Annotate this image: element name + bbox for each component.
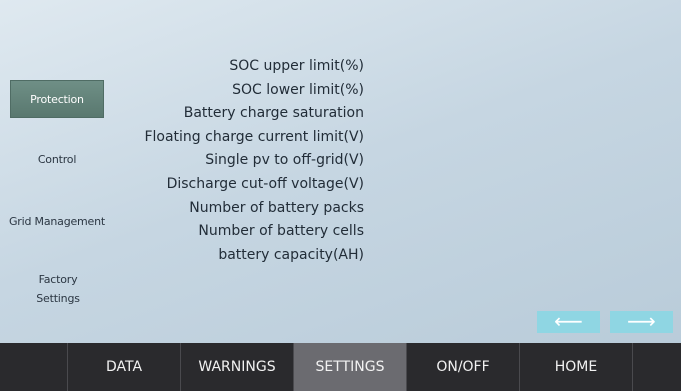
nav-data[interactable]: DATA [68, 343, 181, 391]
param-discharge-cut-off-voltage[interactable]: Discharge cut-off voltage(V) [144, 173, 364, 197]
nav-label: ON/OFF [436, 359, 490, 375]
arrow-left-icon: ⟵ [554, 309, 583, 333]
nav-settings[interactable]: SETTINGS [294, 343, 407, 391]
nav-home[interactable]: HOME [520, 343, 633, 391]
param-soc-upper-limit[interactable]: SOC upper limit(%) [144, 55, 364, 79]
sidebar-item-protection[interactable]: Protection [10, 80, 104, 118]
sidebar-item-label: Control [37, 153, 77, 166]
previous-page-button[interactable]: ⟵ [537, 311, 600, 333]
param-number-of-battery-cells[interactable]: Number of battery cells [144, 220, 364, 244]
sidebar-item-label: Factory Settings [36, 273, 80, 305]
sidebar-item-label: Protection [30, 93, 84, 106]
sidebar-item-control[interactable]: Control [10, 150, 104, 169]
next-page-button[interactable]: ⟶ [610, 311, 673, 333]
sidebar-item-label: Grid Management [8, 215, 106, 228]
param-floating-charge-current-limit[interactable]: Floating charge current limit(V) [144, 126, 364, 150]
param-battery-capacity[interactable]: battery capacity(AH) [144, 244, 364, 268]
arrow-right-icon: ⟶ [627, 309, 656, 333]
nav-on-off[interactable]: ON/OFF [407, 343, 520, 391]
nav-spacer-left [0, 343, 68, 391]
settings-screen: Protection Control Grid Management Facto… [0, 0, 681, 343]
bottom-nav-bar: DATA WARNINGS SETTINGS ON/OFF HOME [0, 343, 681, 391]
nav-label: HOME [554, 359, 598, 375]
nav-label: WARNINGS [198, 359, 276, 375]
sidebar-item-grid-management[interactable]: Grid Management [5, 212, 109, 231]
parameter-list: SOC upper limit(%) SOC lower limit(%) Ba… [144, 55, 364, 267]
nav-label: DATA [105, 359, 143, 375]
param-number-of-battery-packs[interactable]: Number of battery packs [144, 197, 364, 221]
nav-warnings[interactable]: WARNINGS [181, 343, 294, 391]
nav-label: SETTINGS [315, 359, 385, 375]
param-single-pv-to-off-grid[interactable]: Single pv to off-grid(V) [144, 149, 364, 173]
sidebar-item-factory-settings[interactable]: Factory Settings [28, 270, 88, 308]
param-battery-charge-saturation[interactable]: Battery charge saturation [144, 102, 364, 126]
param-soc-lower-limit[interactable]: SOC lower limit(%) [144, 79, 364, 103]
nav-spacer-right [633, 343, 681, 391]
